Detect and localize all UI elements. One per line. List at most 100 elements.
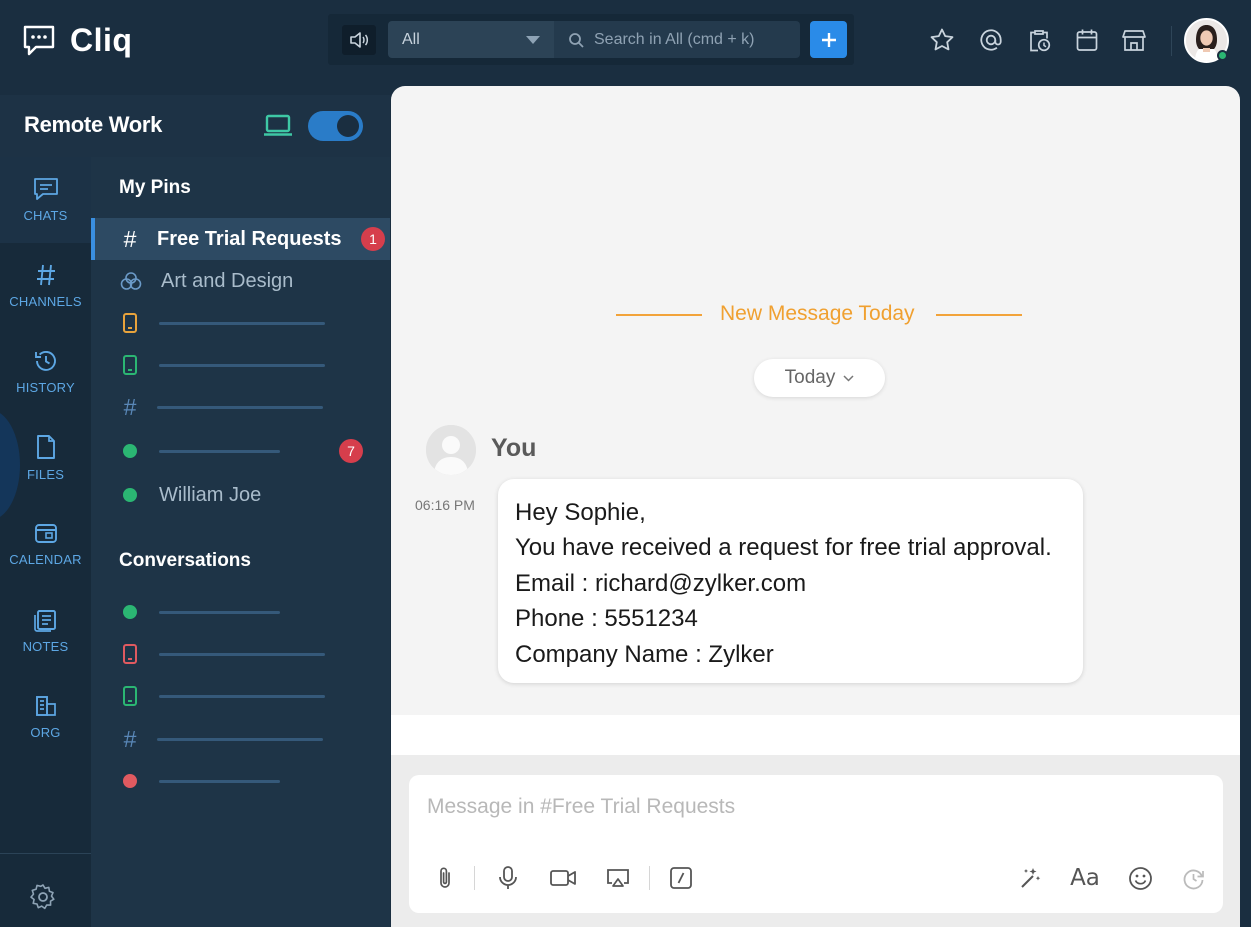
speaker-button[interactable] xyxy=(342,25,376,55)
workspace-title[interactable]: Remote Work xyxy=(24,112,162,138)
message-line: Email : richard@zylker.com xyxy=(515,569,807,597)
ai-assist-button[interactable] xyxy=(1017,864,1043,892)
video-call-button[interactable] xyxy=(548,864,578,892)
settings-button[interactable] xyxy=(28,882,58,912)
app-logo[interactable]: Cliq xyxy=(22,22,132,59)
store-icon xyxy=(1121,27,1147,53)
message-bubble[interactable]: Hey Sophie, You have received a request … xyxy=(498,479,1083,683)
rail-item-notes[interactable]: NOTES xyxy=(0,588,91,674)
caret-down-icon xyxy=(526,36,540,44)
reminders-button[interactable] xyxy=(1025,26,1053,54)
plus-icon xyxy=(821,32,837,48)
message-line: Phone : 5551234 xyxy=(515,605,698,633)
user-status-dot xyxy=(123,444,137,458)
message-timestamp: 06:16 PM xyxy=(415,497,475,513)
rail-item-calendar[interactable]: CALENDAR xyxy=(0,501,91,587)
gear-icon xyxy=(28,882,58,912)
history-icon xyxy=(33,349,59,373)
message-sender-name[interactable]: You xyxy=(491,434,536,463)
rail-item-org[interactable]: ORG xyxy=(0,674,91,760)
voice-button[interactable] xyxy=(495,864,521,892)
marketplace-button[interactable] xyxy=(1120,26,1148,54)
sender-avatar[interactable] xyxy=(426,425,476,475)
calendar-button[interactable] xyxy=(1073,26,1101,54)
conversation-item[interactable] xyxy=(91,760,390,802)
conversation-item[interactable] xyxy=(91,675,390,717)
hash-icon: # xyxy=(123,393,137,420)
divider xyxy=(1171,26,1172,56)
divider xyxy=(0,853,91,854)
pin-item-art-and-design[interactable]: Art and Design xyxy=(91,260,390,302)
slash-command-button[interactable] xyxy=(668,864,694,892)
slash-command-icon xyxy=(669,866,693,890)
text-format-icon: Aa xyxy=(1070,865,1100,891)
conversation-item[interactable]: # xyxy=(91,718,390,760)
pin-item-label: Art and Design xyxy=(161,269,294,292)
message-input-placeholder[interactable]: Message in #Free Trial Requests xyxy=(427,795,735,819)
rail-item-channels[interactable]: CHANNELS xyxy=(0,243,91,329)
video-icon xyxy=(549,868,577,888)
redacted-name xyxy=(157,737,323,741)
user-status-dot xyxy=(123,774,137,788)
text-format-button[interactable]: Aa xyxy=(1066,864,1104,892)
toggle-knob xyxy=(337,115,359,137)
message-line: Hey Sophie, xyxy=(515,499,646,526)
phone-icon xyxy=(123,644,137,664)
pin-item[interactable]: 7 xyxy=(91,430,390,472)
message-line: Company Name : Zylker xyxy=(515,640,774,668)
group-icon xyxy=(119,271,143,291)
pin-item[interactable]: # xyxy=(91,386,390,428)
date-pill-label: Today xyxy=(784,367,836,388)
schedule-message-button[interactable] xyxy=(1180,864,1206,892)
rail-item-chats[interactable]: CHATS xyxy=(0,157,91,243)
pin-item-label: Free Trial Requests xyxy=(157,227,342,250)
chat-icon xyxy=(33,177,59,201)
laptop-icon[interactable] xyxy=(262,113,294,139)
hash-icon: # xyxy=(123,725,137,752)
date-filter-pill[interactable]: Today xyxy=(754,359,885,397)
redacted-name xyxy=(159,363,325,367)
file-icon xyxy=(35,434,57,460)
online-status-indicator xyxy=(1217,50,1228,61)
toolbar-divider xyxy=(474,866,475,890)
calendar-icon xyxy=(1074,27,1100,53)
rail-item-label: CALENDAR xyxy=(9,552,82,567)
speaker-icon xyxy=(349,31,369,49)
rail-item-files[interactable]: FILES xyxy=(0,415,91,501)
conversation-item[interactable] xyxy=(91,633,390,675)
status-toggle[interactable] xyxy=(308,111,363,141)
unread-badge: 1 xyxy=(361,227,385,251)
emoji-button[interactable] xyxy=(1127,864,1153,892)
pin-item-william-joe[interactable]: William Joe xyxy=(91,474,390,516)
rail-item-label: CHATS xyxy=(23,208,68,223)
rail-item-label: FILES xyxy=(26,467,65,482)
search-scope-select[interactable]: All xyxy=(388,21,554,58)
search-placeholder: Search in All (cmd + k) xyxy=(594,30,755,48)
at-icon xyxy=(978,27,1004,53)
calendar-icon xyxy=(34,521,58,545)
starred-button[interactable] xyxy=(928,26,956,54)
schedule-icon xyxy=(1181,866,1206,891)
new-button[interactable] xyxy=(810,21,847,58)
pin-item-free-trial-requests[interactable]: # Free Trial Requests 1 xyxy=(91,218,390,260)
phone-icon xyxy=(123,313,137,333)
new-message-divider-label: New Message Today xyxy=(720,302,915,325)
org-icon xyxy=(34,694,58,718)
rail-item-label: CHANNELS xyxy=(9,294,82,309)
user-status-dot xyxy=(123,605,137,619)
pins-section-title: My Pins xyxy=(119,177,191,198)
unread-badge: 7 xyxy=(339,439,363,463)
redacted-name xyxy=(159,694,325,698)
conversation-item[interactable] xyxy=(91,591,390,633)
rail-item-history[interactable]: HISTORY xyxy=(0,329,91,415)
divider xyxy=(936,314,1022,316)
pin-item[interactable] xyxy=(91,302,390,344)
mentions-button[interactable] xyxy=(977,26,1005,54)
phone-icon xyxy=(123,686,137,706)
hash-icon xyxy=(35,263,57,287)
attach-button[interactable] xyxy=(433,864,457,892)
screen-share-button[interactable] xyxy=(604,864,632,892)
search-input[interactable]: Search in All (cmd + k) xyxy=(554,21,800,58)
pin-item[interactable] xyxy=(91,344,390,386)
phone-icon xyxy=(123,355,137,375)
